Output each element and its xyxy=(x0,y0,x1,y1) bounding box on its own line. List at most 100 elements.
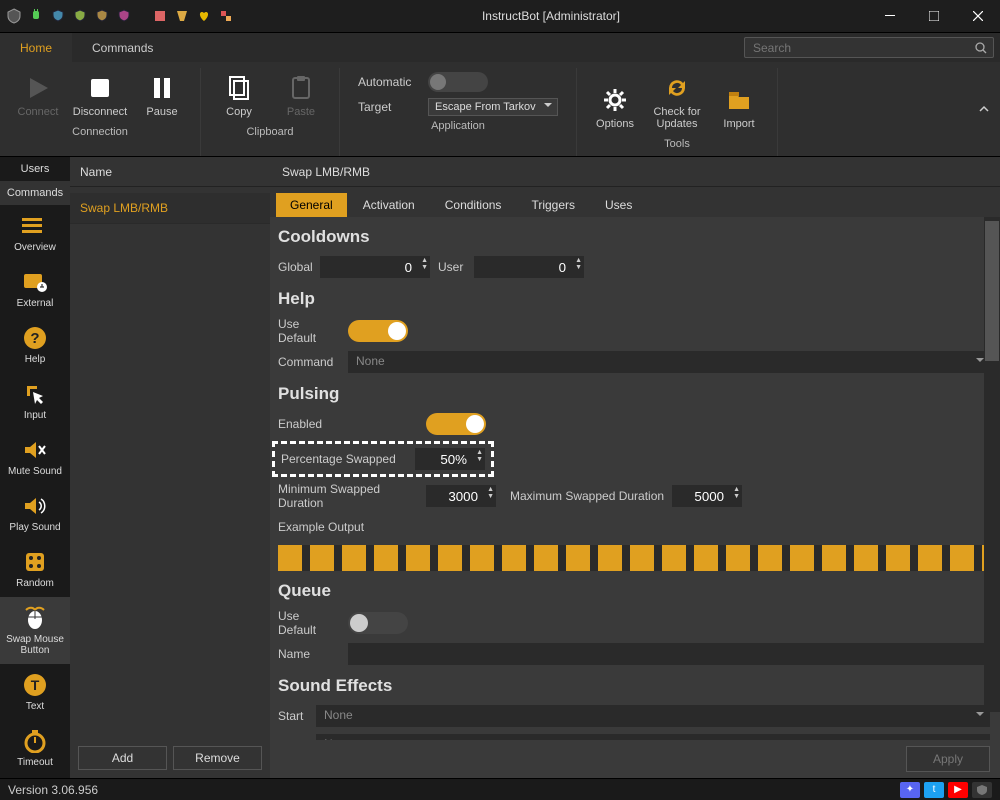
check-updates-button[interactable]: Check for Updates xyxy=(647,68,707,134)
max-swapped-input[interactable] xyxy=(672,485,742,507)
nav-help[interactable]: ?Help xyxy=(0,317,70,373)
plug-icon[interactable] xyxy=(28,8,44,24)
gear-icon xyxy=(602,84,628,116)
help-command-select[interactable]: None xyxy=(348,351,990,373)
discord-icon[interactable]: ✦ xyxy=(900,782,920,798)
help-icon: ? xyxy=(23,325,47,351)
cooldown-user-input[interactable] xyxy=(474,256,584,278)
folder-icon xyxy=(726,84,752,116)
version-label: Version 3.06.956 xyxy=(8,783,98,797)
command-list-item[interactable]: Swap LMB/RMB xyxy=(70,193,270,224)
nav-external[interactable]: External xyxy=(0,261,70,317)
maximize-button[interactable] xyxy=(912,0,956,32)
spin-up-icon[interactable]: ▲ xyxy=(421,257,428,264)
side-tab-commands[interactable]: Commands xyxy=(0,181,70,205)
ribbon-group-clipboard: Copy Paste Clipboard xyxy=(201,68,340,156)
add-button[interactable]: Add xyxy=(78,746,167,770)
scrollbar-thumb[interactable] xyxy=(985,221,999,361)
spin-down-icon[interactable]: ▼ xyxy=(421,264,428,271)
shield4-icon[interactable] xyxy=(116,8,132,24)
shield2-icon[interactable] xyxy=(72,8,88,24)
section-cooldowns: Cooldowns xyxy=(278,227,990,247)
ribbon-group-connection: Connect Disconnect Pause Connection xyxy=(0,68,201,156)
help-usedefault-toggle[interactable] xyxy=(348,320,408,342)
apply-button[interactable]: Apply xyxy=(906,746,990,772)
tab-activation[interactable]: Activation xyxy=(349,193,429,217)
queue-usedefault-toggle[interactable] xyxy=(348,612,408,634)
tab-general[interactable]: General xyxy=(276,193,347,217)
nav-text[interactable]: TText xyxy=(0,664,70,720)
scrollbar[interactable] xyxy=(984,217,1000,712)
import-button[interactable]: Import xyxy=(709,80,769,134)
side-nav: Users Commands Overview External ?Help I… xyxy=(0,157,70,778)
nav-input[interactable]: Input xyxy=(0,373,70,429)
ribbon-collapse-icon[interactable] xyxy=(978,103,990,115)
mouse-icon xyxy=(23,605,47,631)
twitter-icon[interactable]: t xyxy=(924,782,944,798)
main-area: Users Commands Overview External ?Help I… xyxy=(0,157,1000,778)
percentage-swapped-input[interactable] xyxy=(415,448,485,470)
tab-home[interactable]: Home xyxy=(0,33,72,62)
sound-end-select[interactable]: None xyxy=(316,734,990,740)
search-box[interactable] xyxy=(744,37,994,58)
search-icon[interactable] xyxy=(975,42,987,54)
status-app-icon[interactable] xyxy=(972,782,992,798)
title-bar: InstructBot [Administrator] xyxy=(0,0,1000,32)
example-output-bar xyxy=(278,545,990,571)
min-swapped-input[interactable] xyxy=(426,485,496,507)
tab-commands[interactable]: Commands xyxy=(72,33,173,62)
nav-timeout[interactable]: Timeout xyxy=(0,720,70,776)
content-scroll: Cooldowns Global ▲▼ User ▲▼ Help Use Def… xyxy=(270,217,1000,740)
overview-icon xyxy=(22,213,48,239)
connect-button[interactable]: Connect xyxy=(8,68,68,122)
queue-name-input[interactable] xyxy=(348,643,990,665)
remove-button[interactable]: Remove xyxy=(173,746,262,770)
nav-mute-sound[interactable]: Mute Sound xyxy=(0,429,70,485)
section-help: Help xyxy=(278,289,990,309)
options-button[interactable]: Options xyxy=(585,80,645,134)
qa-icon4[interactable] xyxy=(218,8,234,24)
window-controls xyxy=(868,0,1000,32)
disconnect-button[interactable]: Disconnect xyxy=(70,68,130,122)
sound-start-select[interactable]: None xyxy=(316,705,990,727)
pulsing-enabled-toggle[interactable] xyxy=(426,413,486,435)
qa-icon2[interactable] xyxy=(174,8,190,24)
minimize-button[interactable] xyxy=(868,0,912,32)
tab-triggers[interactable]: Triggers xyxy=(517,193,589,217)
side-tab-users[interactable]: Users xyxy=(0,157,70,181)
command-list-header: Name xyxy=(70,157,270,187)
content-panel: Swap LMB/RMB General Activation Conditio… xyxy=(270,157,1000,778)
target-select[interactable]: Escape From Tarkov xyxy=(428,98,558,116)
youtube-icon[interactable]: ▶ xyxy=(948,782,968,798)
cursor-icon xyxy=(23,381,47,407)
shield3-icon[interactable] xyxy=(94,8,110,24)
ribbon: Connect Disconnect Pause Connection Copy… xyxy=(0,62,1000,157)
nav-random[interactable]: Random xyxy=(0,541,70,597)
tab-conditions[interactable]: Conditions xyxy=(431,193,516,217)
section-pulsing: Pulsing xyxy=(278,384,990,404)
nav-swap-mouse[interactable]: Swap Mouse Button xyxy=(0,597,70,664)
shield1-icon[interactable] xyxy=(50,8,66,24)
app-window: InstructBot [Administrator] Home Command… xyxy=(0,0,1000,800)
automatic-toggle[interactable] xyxy=(428,72,488,92)
dice-icon xyxy=(23,549,47,575)
qa-icon3-heart[interactable] xyxy=(196,8,212,24)
nav-overview[interactable]: Overview xyxy=(0,205,70,261)
section-queue: Queue xyxy=(278,581,990,601)
tab-uses[interactable]: Uses xyxy=(591,193,646,217)
pause-button[interactable]: Pause xyxy=(132,68,192,122)
qa-icon1[interactable] xyxy=(152,8,168,24)
paste-button[interactable]: Paste xyxy=(271,68,331,122)
percentage-swapped-highlight: Percentage Swapped ▲▼ xyxy=(272,441,494,477)
copy-button[interactable]: Copy xyxy=(209,68,269,122)
app-icon xyxy=(6,8,22,24)
top-tab-strip: Home Commands xyxy=(0,32,1000,62)
cooldown-global-input[interactable] xyxy=(320,256,430,278)
search-input[interactable] xyxy=(751,40,975,56)
content-title: Swap LMB/RMB xyxy=(270,157,1000,187)
external-icon xyxy=(22,269,48,295)
ribbon-group-tools: Options Check for Updates Import Tools xyxy=(577,68,778,156)
mute-icon xyxy=(22,437,48,463)
close-button[interactable] xyxy=(956,0,1000,32)
nav-play-sound[interactable]: Play Sound xyxy=(0,485,70,541)
